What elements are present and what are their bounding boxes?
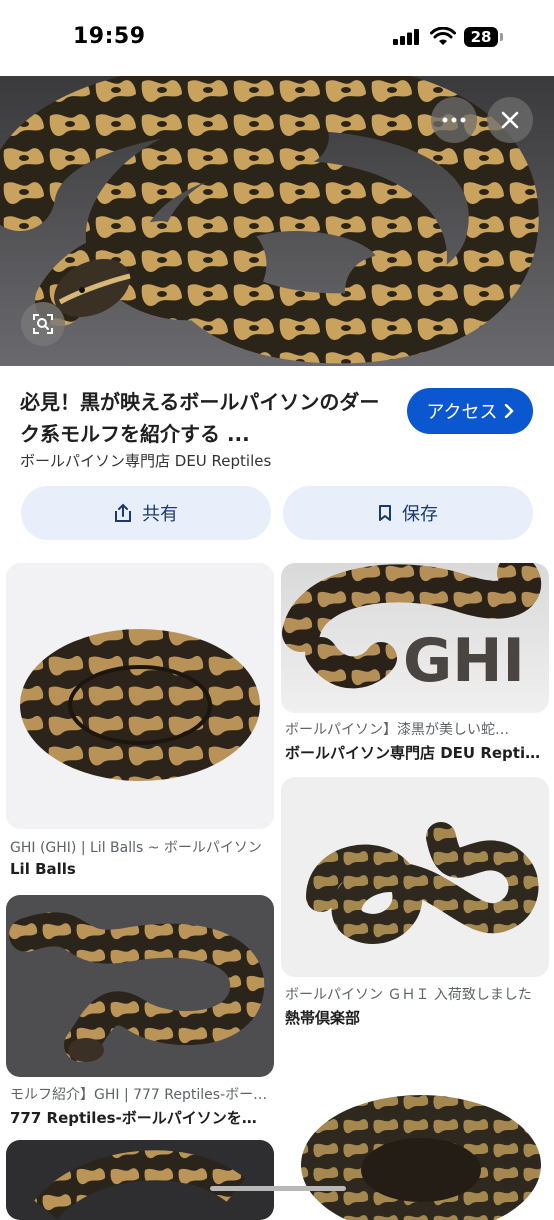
related-card[interactable]: GHI ボールパイソン】漆黒が美しい蛇… ボールパイソン専門店 DEU Rept… bbox=[281, 563, 549, 763]
save-button[interactable]: 保存 bbox=[283, 486, 533, 540]
related-thumbnail[interactable] bbox=[281, 1045, 549, 1220]
chevron-right-icon bbox=[504, 404, 514, 418]
bookmark-icon bbox=[379, 505, 391, 521]
snake-image bbox=[281, 777, 549, 977]
status-time: 19:59 bbox=[73, 24, 146, 49]
hero-image[interactable] bbox=[0, 76, 554, 366]
related-source: ボールパイソン専門店 DEU Reptiles bbox=[285, 744, 543, 762]
more-options-button[interactable] bbox=[431, 97, 477, 143]
save-label: 保存 bbox=[402, 504, 438, 525]
share-button[interactable]: 共有 bbox=[21, 486, 271, 540]
related-thumbnail[interactable] bbox=[6, 1140, 274, 1220]
close-button[interactable] bbox=[487, 97, 533, 143]
related-source: Lil Balls bbox=[10, 860, 76, 878]
related-card[interactable]: GHI (GHI) | Lil Balls ~ ボールパイソン Lil Ball… bbox=[6, 563, 274, 883]
visit-button-label: アクセス bbox=[426, 402, 498, 423]
battery-cap bbox=[500, 33, 503, 41]
status-bar: 19:59 28 bbox=[0, 0, 554, 76]
wifi-icon bbox=[430, 27, 456, 45]
related-source: 熱帯倶楽部 bbox=[285, 1009, 361, 1027]
related-caption: ボールパイソン ＧＨＩ 入荷致しました bbox=[285, 987, 532, 1003]
home-indicator[interactable] bbox=[210, 1186, 346, 1191]
related-caption: GHI (GHI) | Lil Balls ~ ボールパイソン bbox=[10, 840, 262, 856]
result-title[interactable]: 必見！黒が映えるボールパイソンのダーク系モルフを紹介する ... bbox=[20, 386, 390, 450]
snake-image bbox=[6, 1140, 274, 1220]
related-source: 777 Reptiles-ボールパイソンを専門 bbox=[10, 1109, 268, 1127]
related-thumbnail[interactable] bbox=[6, 895, 274, 1077]
related-thumbnail[interactable] bbox=[281, 777, 549, 977]
snake-image bbox=[281, 1045, 549, 1220]
result-source[interactable]: ボールパイソン専門店 DEU Reptiles bbox=[20, 450, 271, 471]
battery-icon: 28 bbox=[464, 27, 498, 47]
ghi-watermark: GHI bbox=[403, 626, 525, 696]
related-caption: モルフ紹介】GHI | 777 Reptiles-ボールパイソン bbox=[10, 1087, 268, 1103]
snake-image: GHI bbox=[281, 563, 549, 713]
cellular-signal-icon bbox=[393, 29, 419, 45]
share-label: 共有 bbox=[142, 504, 178, 525]
visit-button[interactable]: アクセス bbox=[407, 388, 533, 434]
related-thumbnail[interactable]: GHI bbox=[281, 563, 549, 713]
share-icon bbox=[115, 503, 131, 522]
related-caption: ボールパイソン】漆黒が美しい蛇… bbox=[285, 722, 509, 738]
visual-search-icon bbox=[33, 314, 53, 334]
more-horizontal-icon bbox=[442, 117, 466, 123]
related-card[interactable] bbox=[6, 1140, 274, 1220]
related-card[interactable]: モルフ紹介】GHI | 777 Reptiles-ボールパイソン 777 Rep… bbox=[6, 895, 274, 1127]
snake-image bbox=[6, 895, 274, 1077]
related-card[interactable] bbox=[281, 1045, 549, 1220]
related-thumbnail[interactable] bbox=[6, 563, 274, 829]
visual-search-button[interactable] bbox=[21, 302, 65, 346]
related-card[interactable]: ボールパイソン ＧＨＩ 入荷致しました 熱帯倶楽部 bbox=[281, 777, 549, 1029]
close-icon bbox=[501, 111, 519, 129]
snake-image bbox=[6, 563, 274, 829]
